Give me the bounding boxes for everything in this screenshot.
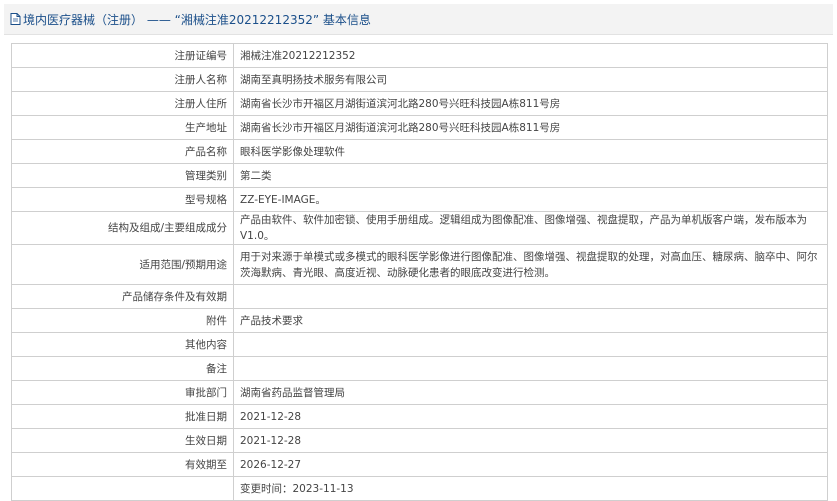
- table-row: 其他内容: [11, 332, 828, 357]
- field-label: 产品名称: [11, 139, 234, 164]
- field-value: 第二类: [233, 163, 828, 188]
- field-value: 用于对来源于单模式或多模式的眼科医学影像进行图像配准、图像增强、视盘提取的处理，…: [233, 244, 828, 285]
- page-title: 境内医疗器械（注册） —— “湘械注准20212212352” 基本信息: [23, 11, 371, 28]
- field-value: 眼科医学影像处理软件: [233, 139, 828, 164]
- page-title-bar: 境内医疗器械（注册） —— “湘械注准20212212352” 基本信息: [4, 4, 833, 35]
- table-row: 生效日期 2021-12-28: [11, 428, 828, 453]
- device-detail-table: 注册证编号 湘械注准20212212352 注册人名称 湖南至真明扬技术服务有限公司注…: [11, 43, 828, 501]
- title-separator: ——: [143, 12, 175, 27]
- table-row: 注册人名称 湖南至真明扬技术服务有限公司: [11, 67, 828, 92]
- field-label: 适用范围/预期用途: [11, 244, 234, 285]
- field-label: 审批部门: [11, 380, 234, 405]
- field-value: 2026-12-27: [233, 452, 828, 477]
- table-row: 生产地址 湖南省长沙市开福区月湖街道滨河北路280号兴旺科技园A栋811号房: [11, 115, 828, 140]
- field-label: 其他内容: [11, 332, 234, 357]
- table-row: 适用范围/预期用途 用于对来源于单模式或多模式的眼科医学影像进行图像配准、图像增强…: [11, 244, 828, 285]
- field-value: 湘械注准20212212352: [233, 43, 828, 68]
- title-registration-number: “湘械注准20212212352”: [174, 12, 320, 27]
- field-label: 附件: [11, 308, 234, 333]
- document-icon: [10, 13, 21, 25]
- table-row: 结构及组成/主要组成成分 产品由软件、软件加密锁、使用手册组成。逻辑组成为图像配准…: [11, 211, 828, 245]
- field-value: 产品由软件、软件加密锁、使用手册组成。逻辑组成为图像配准、图像增强、视盘提取，产…: [233, 211, 828, 245]
- table-row: 管理类别 第二类: [11, 163, 828, 188]
- field-label: 生产地址: [11, 115, 234, 140]
- table-row: 批准日期 2021-12-28: [11, 404, 828, 429]
- table-row: 产品名称 眼科医学影像处理软件: [11, 139, 828, 164]
- field-label: 产品储存条件及有效期: [11, 284, 234, 309]
- field-label: [11, 476, 234, 501]
- field-value: [233, 332, 828, 357]
- table-row: 有效期至 2026-12-27: [11, 452, 828, 477]
- field-label: 管理类别: [11, 163, 234, 188]
- field-label: 有效期至: [11, 452, 234, 477]
- table-row: 注册证编号 湘械注准20212212352: [11, 43, 828, 68]
- field-value: 湖南省长沙市开福区月湖街道滨河北路280号兴旺科技园A栋811号房: [233, 91, 828, 116]
- title-suffix: 基本信息: [319, 12, 371, 27]
- table-row: 审批部门 湖南省药品监督管理局: [11, 380, 828, 405]
- field-value: [233, 284, 828, 309]
- field-label: 注册人住所: [11, 91, 234, 116]
- field-value: 湖南省长沙市开福区月湖街道滨河北路280号兴旺科技园A栋811号房: [233, 115, 828, 140]
- table-row: 型号规格 ZZ-EYE-IMAGE。: [11, 187, 828, 212]
- field-value: 2021-12-28: [233, 428, 828, 453]
- field-label: 生效日期: [11, 428, 234, 453]
- field-value: 湖南至真明扬技术服务有限公司: [233, 67, 828, 92]
- title-prefix: 境内医疗器械（注册）: [23, 12, 144, 27]
- table-row: 附件 产品技术要求: [11, 308, 828, 333]
- field-value: 产品技术要求: [233, 308, 828, 333]
- table-row: 备注: [11, 356, 828, 381]
- detail-table-body: 注册证编号 湘械注准20212212352 注册人名称 湖南至真明扬技术服务有限公司注…: [11, 43, 828, 501]
- field-value: 变更时间：2023-11-13: [233, 476, 828, 501]
- field-label: 备注: [11, 356, 234, 381]
- field-value: 2021-12-28: [233, 404, 828, 429]
- field-value: [233, 356, 828, 381]
- field-label: 注册人名称: [11, 67, 234, 92]
- field-label: 批准日期: [11, 404, 234, 429]
- table-row: 注册人住所 湖南省长沙市开福区月湖街道滨河北路280号兴旺科技园A栋811号房: [11, 91, 828, 116]
- field-label: 结构及组成/主要组成成分: [11, 211, 234, 245]
- field-label: 型号规格: [11, 187, 234, 212]
- table-row: 产品储存条件及有效期: [11, 284, 828, 309]
- field-value: 湖南省药品监督管理局: [233, 380, 828, 405]
- field-value: ZZ-EYE-IMAGE。: [233, 187, 828, 212]
- table-row: 变更时间：2023-11-13: [11, 476, 828, 501]
- detail-table-container: 注册证编号 湘械注准20212212352 注册人名称 湖南至真明扬技术服务有限公司注…: [11, 43, 828, 501]
- field-label: 注册证编号: [11, 43, 234, 68]
